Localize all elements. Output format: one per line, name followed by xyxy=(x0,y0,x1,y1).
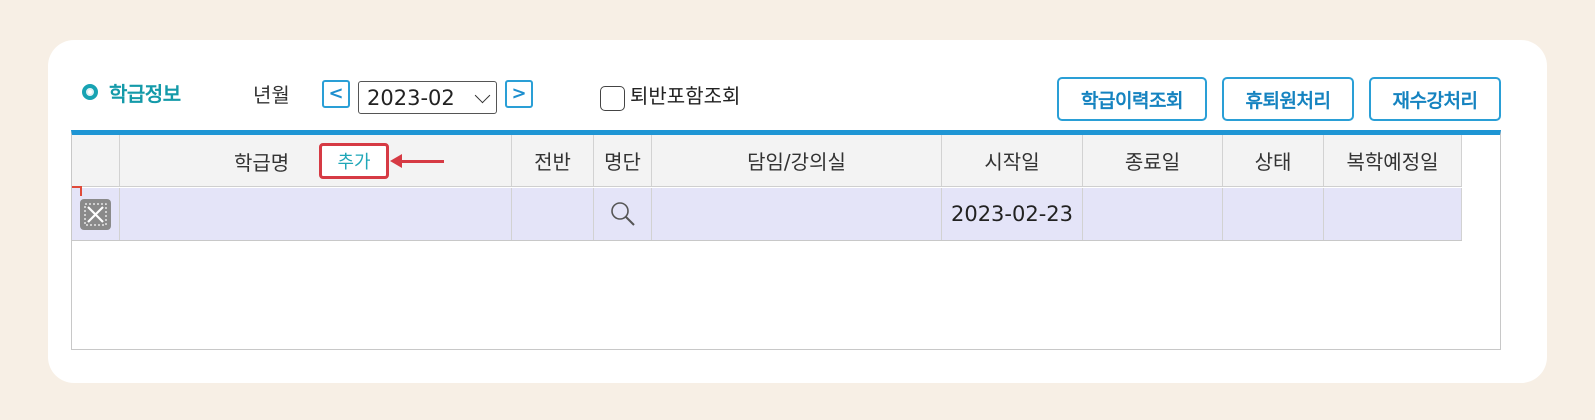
section-title: 학급정보 xyxy=(109,82,181,106)
column-header-class-name: 학급명 xyxy=(234,151,290,175)
chevron-left-icon: < xyxy=(328,83,344,104)
cell-teacher-room[interactable] xyxy=(652,188,942,240)
table-row[interactable]: 2023-02-23 xyxy=(72,186,1462,241)
retake-process-button[interactable]: 재수강처리 xyxy=(1369,77,1501,121)
cell-start-date[interactable]: 2023-02-23 xyxy=(942,188,1083,240)
column-header-return-date: 복학예정일 xyxy=(1324,135,1462,186)
cell-status[interactable] xyxy=(1223,188,1324,240)
cell-class-name[interactable] xyxy=(120,188,512,240)
column-header-start-date: 시작일 xyxy=(942,135,1083,186)
chevron-down-icon xyxy=(474,87,491,104)
next-month-button[interactable]: > xyxy=(505,80,533,108)
column-header-select xyxy=(72,135,120,186)
column-header-transfer: 전반 xyxy=(512,135,594,186)
cell-transfer[interactable] xyxy=(512,188,594,240)
leave-process-button[interactable]: 휴퇴원처리 xyxy=(1222,77,1354,121)
class-grid: 학급명 추가 전반 명단 담임/강의실 시작일 종료일 상태 복학예정일 202… xyxy=(71,130,1501,350)
cell-return-date[interactable] xyxy=(1324,188,1462,240)
column-header-status: 상태 xyxy=(1223,135,1324,186)
column-header-end-date: 종료일 xyxy=(1083,135,1223,186)
cell-roster xyxy=(594,188,652,240)
row-delete-cell xyxy=(72,186,120,240)
section-bullet-icon xyxy=(82,84,98,100)
delete-row-icon[interactable] xyxy=(80,198,111,230)
search-icon[interactable] xyxy=(608,199,638,229)
year-month-label: 년월 xyxy=(253,83,290,107)
month-select-value: 2023-02 xyxy=(367,85,455,110)
month-select[interactable]: 2023-02 xyxy=(358,81,497,114)
include-withdrawn-checkbox[interactable] xyxy=(600,86,625,111)
cell-end-date[interactable] xyxy=(1083,188,1223,240)
class-history-button[interactable]: 학급이력조회 xyxy=(1057,77,1207,121)
column-header-roster: 명단 xyxy=(594,135,652,186)
row-edit-marker-icon xyxy=(72,186,82,196)
prev-month-button[interactable]: < xyxy=(322,80,350,108)
annotation-arrow-icon xyxy=(390,154,444,168)
chevron-right-icon: > xyxy=(511,83,527,104)
column-header-teacher-room: 담임/강의실 xyxy=(652,135,942,186)
include-withdrawn-label[interactable]: 퇴반포함조회 xyxy=(630,83,740,109)
column-header-class-name-cell: 학급명 추가 xyxy=(120,135,512,186)
grid-header: 학급명 추가 전반 명단 담임/강의실 시작일 종료일 상태 복학예정일 xyxy=(72,135,1462,187)
add-class-button[interactable]: 추가 xyxy=(319,143,389,179)
